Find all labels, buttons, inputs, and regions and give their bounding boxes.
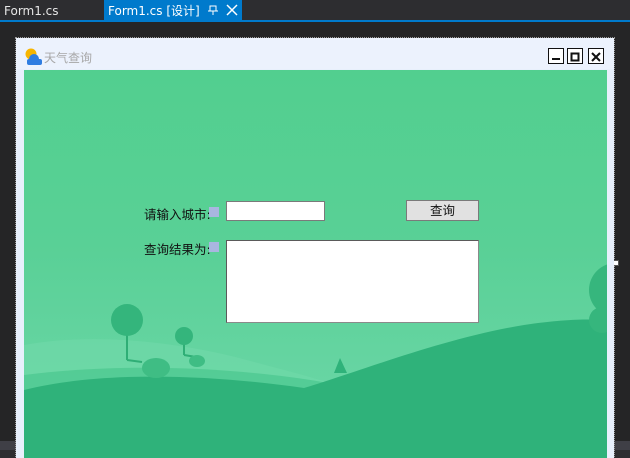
pin-icon[interactable]: [205, 0, 221, 20]
result-textbox[interactable]: [226, 240, 479, 323]
form-titlebar[interactable]: 天气查询: [16, 38, 614, 69]
document-tab-bar: Form1.cs Form1.cs [设计]: [0, 0, 630, 22]
city-label: 请输入城市:: [144, 207, 211, 222]
form-window[interactable]: 天气查询 请输入城市: 查询 查询结果为:: [16, 38, 614, 458]
minimize-button[interactable]: [548, 48, 564, 64]
city-input[interactable]: [226, 201, 325, 221]
form-client-area: 请输入城市: 查询 查询结果为:: [24, 70, 607, 458]
minimize-icon: [552, 58, 560, 60]
tab-label: Form1.cs [设计]: [108, 4, 200, 18]
close-icon[interactable]: [224, 0, 240, 20]
label-selection-glyph: [209, 242, 219, 252]
close-button[interactable]: [588, 48, 604, 64]
maximize-icon: [570, 52, 580, 62]
query-button[interactable]: 查询: [406, 200, 479, 221]
weather-icon: [25, 48, 42, 65]
label-selection-glyph: [209, 207, 219, 217]
tab-form1-designer[interactable]: Form1.cs [设计]: [104, 0, 242, 20]
maximize-button[interactable]: [567, 48, 583, 64]
tab-label: Form1.cs: [4, 4, 59, 18]
tab-form1-cs[interactable]: Form1.cs: [0, 0, 104, 20]
form-title: 天气查询: [44, 51, 93, 65]
close-icon: [591, 52, 601, 62]
result-label: 查询结果为:: [144, 242, 211, 257]
